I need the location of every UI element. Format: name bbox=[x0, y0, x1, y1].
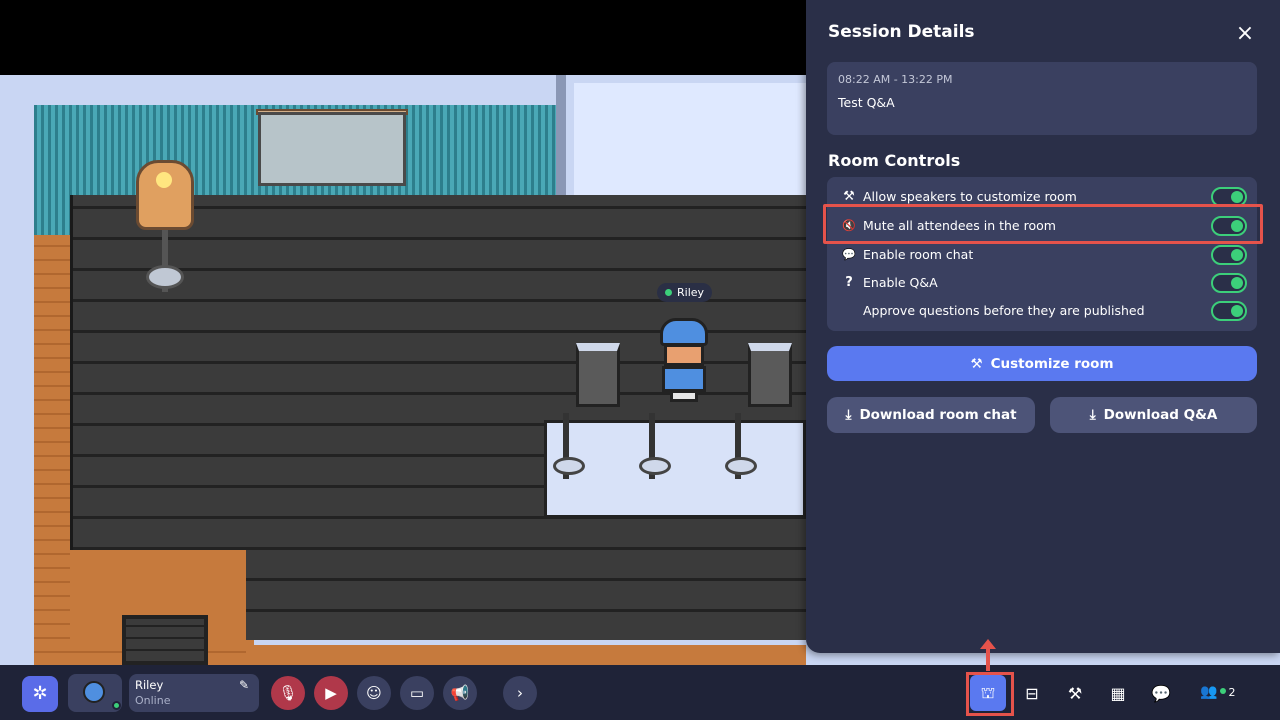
avatar[interactable] bbox=[68, 674, 122, 712]
whiteboard[interactable] bbox=[258, 112, 406, 186]
megaphone-button[interactable]: 📢 bbox=[443, 676, 477, 710]
customize-room-label: Customize room bbox=[990, 355, 1114, 372]
toggle-approve-questions[interactable] bbox=[1211, 301, 1247, 321]
room-controls-list: ⚒ Allow speakers to customize room 🔇 Mut… bbox=[827, 177, 1257, 331]
chat-icon: 💬 bbox=[1151, 683, 1171, 703]
control-row-customize: ⚒ Allow speakers to customize room bbox=[827, 183, 1257, 211]
expand-toolbar-button[interactable]: › bbox=[503, 676, 537, 710]
lamp-base bbox=[146, 265, 184, 289]
hammer-icon: ⚒ bbox=[1067, 683, 1083, 703]
close-button[interactable]: × bbox=[1234, 21, 1256, 46]
sign-icon: ⊟ bbox=[1025, 683, 1039, 703]
customize-room-button[interactable]: ⚒ Customize room bbox=[827, 346, 1257, 381]
app-logo-button[interactable]: ✲ bbox=[22, 676, 58, 712]
microphone-stand[interactable] bbox=[639, 413, 671, 479]
participants-button[interactable]: 👥 2 bbox=[1200, 684, 1235, 700]
panel-title: Session Details bbox=[828, 22, 975, 42]
control-row-mute: 🔇 Mute all attendees in the room bbox=[827, 212, 1257, 240]
chair bbox=[748, 343, 792, 407]
pencil-icon[interactable]: ✎ bbox=[239, 678, 249, 692]
avatar-name: Riley bbox=[677, 286, 705, 299]
camera-toggle-button[interactable]: ▶ bbox=[314, 676, 348, 710]
control-label: Approve questions before they are publis… bbox=[863, 303, 1145, 318]
session-details-button[interactable]: ⛫ bbox=[970, 675, 1006, 711]
control-row-qa: ? Enable Q&A bbox=[827, 269, 1257, 297]
toggle-customize-room[interactable] bbox=[1211, 187, 1247, 207]
stairs bbox=[122, 615, 208, 665]
emoji-icon: ☺ bbox=[366, 684, 382, 702]
session-card: 08:22 AM - 13:22 PM Test Q&A bbox=[827, 62, 1257, 135]
screen-share-button[interactable]: ▭ bbox=[400, 676, 434, 710]
emoji-button[interactable]: ☺ bbox=[357, 676, 391, 710]
player-avatar[interactable] bbox=[658, 318, 710, 402]
bottom-toolbar: ✲ Riley Online ✎ 🎙 ▶ ☺ ▭ 📢 › ⛫ ⊟ ⚒ ▦ 💬 👥… bbox=[0, 665, 1280, 720]
download-qa-label: Download Q&A bbox=[1103, 407, 1218, 423]
online-dot bbox=[1220, 688, 1227, 694]
control-label: Allow speakers to customize room bbox=[863, 189, 1077, 204]
people-icon: 👥 bbox=[1200, 684, 1218, 700]
mute-icon: 🔇 bbox=[842, 219, 856, 232]
podium-icon: ⛫ bbox=[980, 682, 996, 702]
download-qa-button[interactable]: ⤓ Download Q&A bbox=[1050, 397, 1257, 433]
question-icon: ? bbox=[845, 275, 853, 290]
mic-toggle-button[interactable]: 🎙 bbox=[271, 676, 305, 710]
logo-icon: ✲ bbox=[32, 683, 48, 704]
download-icon: ⤓ bbox=[1089, 407, 1096, 423]
room-controls-title: Room Controls bbox=[828, 151, 961, 170]
session-time: 08:22 AM - 13:22 PM bbox=[838, 73, 953, 86]
toggle-room-chat[interactable] bbox=[1211, 245, 1247, 265]
signs-button[interactable]: ⊟ bbox=[1014, 675, 1050, 711]
monitor-icon: ▭ bbox=[409, 684, 425, 702]
user-status-card[interactable]: Riley Online ✎ bbox=[129, 674, 259, 712]
user-name: Riley bbox=[135, 678, 164, 692]
chat-icon: 💬 bbox=[842, 248, 856, 261]
download-chat-label: Download room chat bbox=[859, 407, 1017, 423]
avatar-nametag: Riley bbox=[657, 283, 713, 302]
user-status: Online bbox=[135, 694, 171, 707]
hammer-icon: ⚒ bbox=[970, 355, 983, 372]
microphone-stand[interactable] bbox=[725, 413, 757, 479]
megaphone-icon: 📢 bbox=[450, 684, 470, 702]
control-label: Enable room chat bbox=[863, 247, 974, 262]
participant-count: 2 bbox=[1228, 686, 1236, 699]
lamp-bulb bbox=[156, 172, 172, 188]
hammer-icon: ⚒ bbox=[843, 189, 855, 204]
calendar-icon: ▦ bbox=[1110, 683, 1126, 703]
online-status-dot bbox=[112, 701, 121, 710]
session-name: Test Q&A bbox=[838, 95, 895, 110]
toggle-qa[interactable] bbox=[1211, 273, 1247, 293]
camera-off-icon: ▶ bbox=[325, 684, 337, 702]
avatar-face bbox=[83, 681, 105, 703]
control-label: Mute all attendees in the room bbox=[863, 218, 1056, 233]
control-row-approve: Approve questions before they are publis… bbox=[827, 297, 1257, 325]
download-icon: ⤓ bbox=[845, 407, 852, 423]
chevron-right-icon: › bbox=[517, 684, 523, 702]
microphone-stand[interactable] bbox=[553, 413, 585, 479]
download-chat-button[interactable]: ⤓ Download room chat bbox=[827, 397, 1035, 433]
session-details-panel: Session Details × 08:22 AM - 13:22 PM Te… bbox=[806, 0, 1280, 653]
mic-off-icon: 🎙 bbox=[278, 684, 298, 702]
chair bbox=[576, 343, 620, 407]
floor-lamp bbox=[136, 160, 194, 230]
calendar-button[interactable]: ▦ bbox=[1100, 675, 1136, 711]
wood-floor-edge bbox=[246, 645, 806, 665]
control-label: Enable Q&A bbox=[863, 275, 938, 290]
toggle-mute-attendees[interactable] bbox=[1211, 216, 1247, 236]
annotation-arrow bbox=[980, 639, 996, 671]
build-button[interactable]: ⚒ bbox=[1057, 675, 1093, 711]
control-row-chat: 💬 Enable room chat bbox=[827, 241, 1257, 269]
chat-button[interactable]: 💬 bbox=[1143, 675, 1179, 711]
close-icon: × bbox=[1235, 21, 1255, 46]
online-dot bbox=[665, 289, 672, 296]
